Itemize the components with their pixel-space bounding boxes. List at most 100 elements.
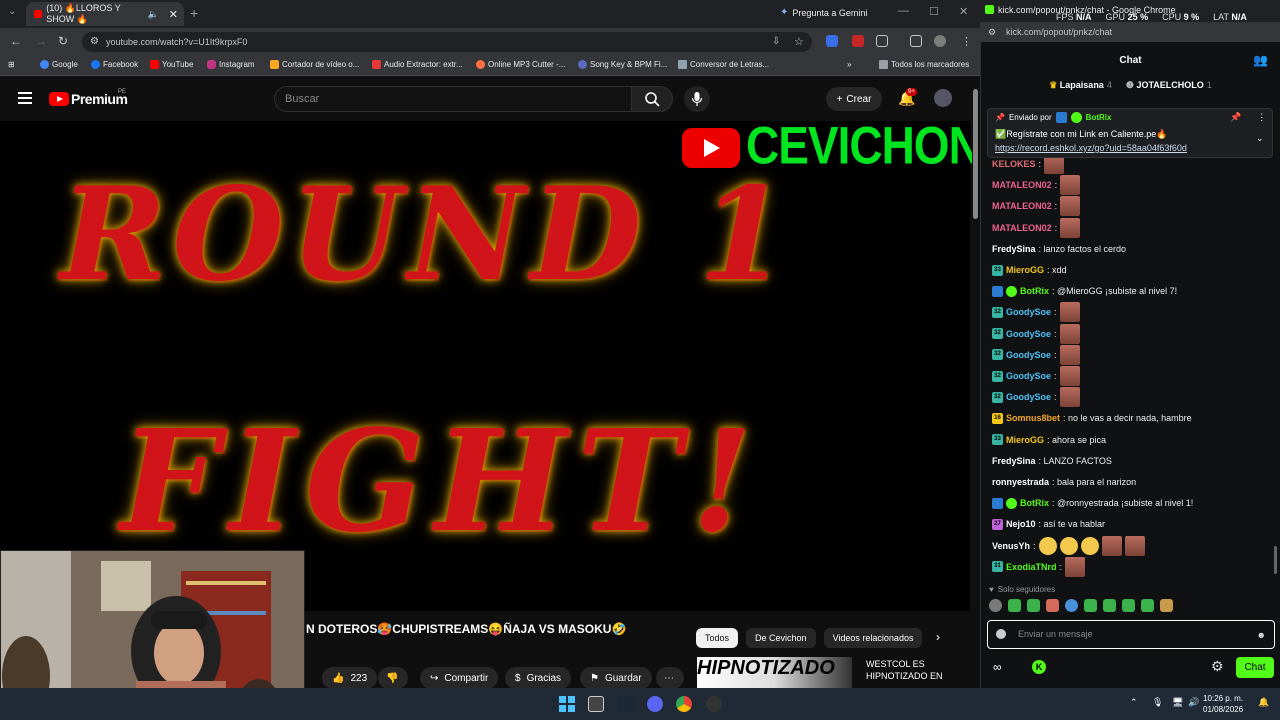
chat-username[interactable]: ExodiaTNrd	[1006, 562, 1057, 572]
apps-grid-icon[interactable]: ⊞	[8, 60, 15, 69]
extensions-puzzle-icon[interactable]	[876, 35, 888, 47]
chat-message[interactable]: MATALEON02:	[992, 175, 1081, 196]
chat-message[interactable]: MATALEON02:	[992, 217, 1081, 238]
chat-emote-icon[interactable]	[1101, 535, 1122, 556]
scrollbar-thumb[interactable]	[973, 89, 978, 219]
site-info-icon[interactable]: ⚙	[988, 27, 996, 38]
chat-username[interactable]: GoodySoe	[1006, 329, 1051, 339]
leader-1[interactable]: ♛ Lapaisana 4	[1049, 80, 1112, 96]
chat-message[interactable]: 32 GoodySoe:	[992, 344, 1080, 365]
chat-message[interactable]: FredySina: LANZO FACTOS	[992, 451, 1112, 471]
emote-icon[interactable]	[1103, 599, 1116, 612]
search-button[interactable]	[631, 86, 673, 112]
chat-username[interactable]: MATALEON02	[992, 201, 1052, 211]
tab-youtube[interactable]: (10) 🔥LLOROS Y SHOW 🔥 🔈 ✕	[26, 2, 184, 26]
page-scrollbar[interactable]	[972, 77, 980, 688]
emote-icon[interactable]	[1065, 599, 1078, 612]
channel-points-icon[interactable]: ∞	[993, 660, 1002, 674]
extension-icon[interactable]	[852, 35, 864, 47]
notifications-icon[interactable]: 🔔	[1258, 697, 1269, 708]
minimize-icon[interactable]: —	[898, 5, 909, 17]
chat-message[interactable]: BotRix: @MieroGG ¡subiste al nivel 7!	[992, 281, 1177, 301]
emote-icon[interactable]	[1008, 599, 1021, 612]
chat-username[interactable]: MATALEON02	[992, 180, 1052, 190]
chat-username[interactable]: GoodySoe	[1006, 307, 1051, 317]
chat-message[interactable]: 32 GoodySoe:	[992, 366, 1080, 386]
chat-username[interactable]: GoodySoe	[1006, 371, 1051, 381]
chat-message[interactable]: 33 MieroGG: xdd	[992, 260, 1067, 280]
network-icon[interactable]: 🖥	[1172, 697, 1183, 708]
chat-username[interactable]: Somnus8bet	[1006, 413, 1060, 423]
create-button[interactable]: + Crear	[826, 87, 882, 111]
chevron-right-icon[interactable]: ›	[936, 630, 940, 644]
chat-scrollbar-thumb[interactable]	[1274, 546, 1277, 574]
recommended-title[interactable]: WESTCOL ES HIPNOTIZADO EN	[866, 658, 966, 682]
chat-message[interactable]: 32 GoodySoe:	[992, 387, 1080, 408]
chat-emote-icon[interactable]	[1059, 536, 1078, 555]
unpin-icon[interactable]: 📌	[1230, 112, 1241, 123]
chrome-icon[interactable]	[676, 696, 692, 712]
kick-logo-icon[interactable]: K	[1032, 660, 1046, 674]
chat-settings-gear-icon[interactable]: ⚙	[1211, 658, 1224, 675]
chat-message[interactable]: BotRix: @ronnyestrada ¡subiste al nivel …	[992, 493, 1193, 513]
search-input[interactable]: Buscar	[274, 86, 632, 112]
close-tab-icon[interactable]: ✕	[169, 8, 178, 21]
reading-list-icon[interactable]	[910, 35, 922, 47]
account-avatar[interactable]	[934, 89, 952, 107]
chat-username[interactable]: GoodySoe	[1006, 350, 1051, 360]
pinned-menu-icon[interactable]: ⋮	[1257, 112, 1266, 123]
chat-username[interactable]: MATALEON02	[992, 223, 1052, 233]
leader-2[interactable]: ❷ JOTAELCHOLO 1	[1126, 80, 1212, 96]
chat-emote-icon[interactable]	[1038, 536, 1057, 555]
reload-button[interactable]: ↻	[58, 34, 68, 48]
chat-emote-icon[interactable]	[1059, 387, 1080, 408]
bookmark-item[interactable]: Audio Extractor: extr...	[372, 60, 463, 69]
chat-username[interactable]: ronnyestrada	[992, 477, 1049, 487]
chat-scrollbar[interactable]	[1274, 96, 1279, 576]
voice-search-button[interactable]	[684, 86, 710, 112]
chat-message[interactable]: FredySina: lanzo factos el cerdo	[992, 239, 1126, 259]
audio-icon[interactable]: 🔈	[148, 9, 159, 20]
more-bookmarks-icon[interactable]: »	[847, 60, 851, 69]
chat-username[interactable]: GoodySoe	[1006, 392, 1051, 402]
dislike-button[interactable]: 👎	[378, 667, 408, 689]
volume-icon[interactable]: 🔊	[1188, 697, 1199, 708]
forward-button[interactable]: →	[35, 34, 47, 48]
close-window-icon[interactable]: ✕	[959, 5, 968, 18]
chat-message[interactable]: ronnyestrada: bala para el narizon	[992, 472, 1136, 492]
install-icon[interactable]: ⇩	[772, 36, 780, 47]
save-button[interactable]: ⚑ Guardar	[580, 667, 652, 689]
emote-icon[interactable]	[1027, 599, 1040, 612]
bookmark-item[interactable]: Conversor de Letras...	[678, 60, 769, 69]
like-button[interactable]: 👍 223	[322, 667, 378, 689]
site-info-icon[interactable]: ⚙	[90, 36, 99, 47]
emote-icon[interactable]	[1122, 599, 1135, 612]
youtube-logo-icon[interactable]	[49, 92, 69, 106]
chat-message[interactable]: 33 MieroGG: ahora se pica	[992, 430, 1106, 450]
chat-username[interactable]: FredySina	[992, 456, 1036, 466]
more-actions-button[interactable]: ⋯	[656, 667, 684, 689]
obs-icon[interactable]	[706, 696, 722, 712]
emote-icon[interactable]	[1160, 599, 1173, 612]
chip-all[interactable]: Todos	[696, 628, 739, 648]
profile-avatar[interactable]	[934, 35, 946, 47]
bookmark-item[interactable]: Cortador de vídeo o...	[270, 60, 359, 69]
back-button[interactable]: ←	[10, 34, 22, 48]
chat-username[interactable]: MieroGG	[1006, 435, 1044, 445]
bookmark-item[interactable]: Facebook	[91, 60, 138, 69]
chip-from-channel[interactable]: De Cevichon	[746, 628, 816, 648]
chat-emote-icon[interactable]	[1059, 344, 1080, 365]
chat-emote-icon[interactable]	[1059, 323, 1080, 344]
extension-icon[interactable]	[826, 35, 838, 47]
all-bookmarks[interactable]: Todos los marcadores	[879, 60, 969, 69]
menu-hamburger-icon[interactable]	[18, 92, 32, 104]
gemini-button[interactable]: ✦ Pregunta a Gemini	[780, 7, 867, 18]
chat-emote-icon[interactable]	[1060, 175, 1081, 196]
chat-message-input[interactable]: Enviar un mensaje ☻	[987, 620, 1275, 649]
emote-icon[interactable]	[1141, 599, 1154, 612]
chat-message[interactable]: 31 ExodiaTNrd:	[992, 556, 1086, 577]
chat-message[interactable]: 16 Somnus8bet: no le vas a decir nada, ha…	[992, 408, 1192, 428]
chat-emote-icon[interactable]	[1124, 535, 1145, 556]
bookmark-item[interactable]: Instagram	[207, 60, 255, 69]
chat-username[interactable]: BotRix	[1020, 286, 1049, 296]
